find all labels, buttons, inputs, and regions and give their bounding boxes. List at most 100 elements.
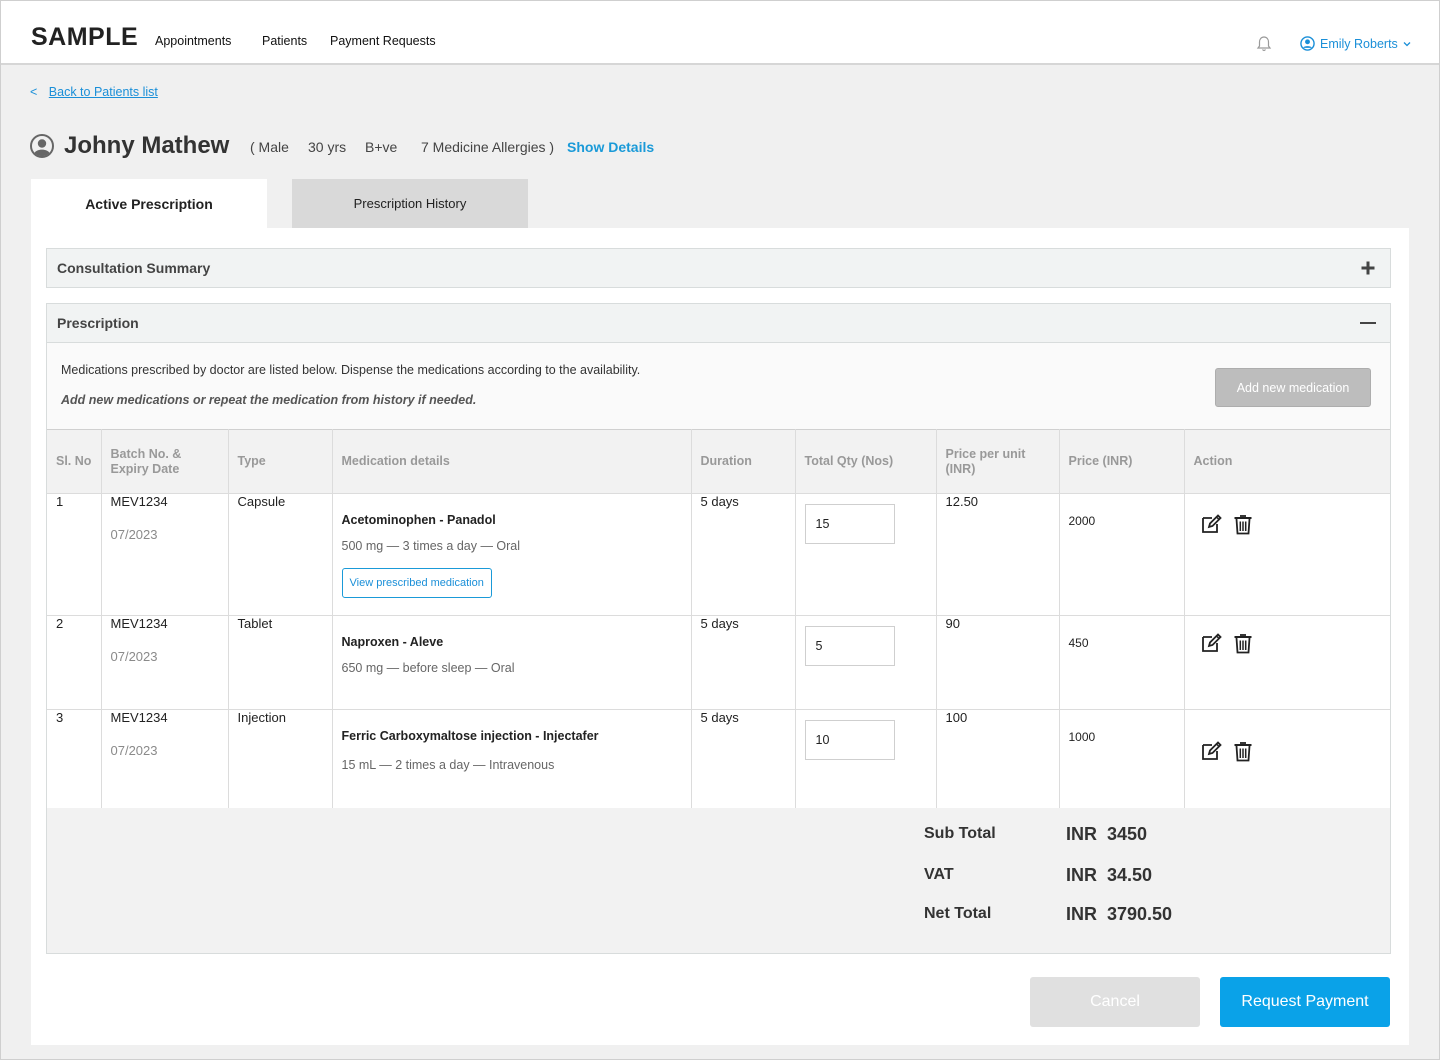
row-batch: MEV1234 07/2023 [100,615,229,710]
request-payment-button[interactable]: Request Payment [1220,977,1390,1027]
row-batch: MEV1234 07/2023 [100,709,229,809]
col-medication-details: Medication details [331,429,692,494]
table-row: 2 MEV1234 07/2023 Tablet Naproxen - Alev… [47,615,1390,710]
row-type: Capsule [227,493,333,616]
view-prescribed-medication-button[interactable]: View prescribed medication [341,568,492,598]
row-actions [1183,493,1390,616]
vat-value: 34.50 [1107,865,1153,885]
edit-icon[interactable] [1200,740,1222,762]
minus-icon[interactable] [1360,315,1376,331]
user-name: Emily Roberts [1320,36,1398,51]
medication-name: Ferric Carboxymaltose injection - Inject… [341,729,599,743]
medications-table: Sl. No Batch No. & Expiry Date Type Medi… [47,429,1390,809]
plus-icon[interactable] [1360,260,1376,276]
row-actions [1183,709,1390,809]
col-action: Action [1183,429,1390,494]
prescription-intro-text: Medications prescribed by doctor are lis… [61,363,641,377]
prescription-title: Prescription [57,315,139,331]
top-navbar: SAMPLE Appointments Patients Payment Req… [1,1,1439,65]
patient-gender: ( Male [250,139,289,155]
row-medication-details: Acetominophen - Panadol 500 mg — 3 times… [331,493,692,616]
totals-section: Sub Total INR 3450 VAT INR 34.50 Net Tot… [47,808,1390,953]
edit-icon[interactable] [1200,632,1222,654]
prescription-header[interactable]: Prescription [46,303,1391,343]
trash-icon[interactable] [1232,513,1254,535]
patient-allergies: 7 Medicine Allergies ) [421,139,555,155]
nav-payment-requests[interactable]: Payment Requests [330,34,436,48]
table-row: 1 MEV1234 07/2023 Capsule Acetominophen … [47,493,1390,616]
batch-number: MEV1234 [110,494,168,509]
patient-age: 30 yrs [308,139,347,155]
row-duration: 5 days [690,493,796,616]
row-sl-no: 1 [47,493,102,616]
consultation-summary-title: Consultation Summary [57,260,211,276]
net-total-label: Net Total [924,905,992,922]
tab-prescription-history[interactable]: Prescription History [292,179,528,228]
sub-total-value: 3450 [1107,824,1148,844]
prescription-body: Medications prescribed by doctor are lis… [46,343,1391,954]
app-logo[interactable]: SAMPLE [31,23,138,52]
consultation-summary-header[interactable]: Consultation Summary [46,248,1391,288]
row-batch: MEV1234 07/2023 [100,493,229,616]
back-to-patients-link[interactable]: Back to Patients list [49,85,158,99]
col-price: Price (INR) [1058,429,1185,494]
row-price-per-unit: 12.50 [935,493,1060,616]
row-medication-details: Ferric Carboxymaltose injection - Inject… [331,709,692,809]
patient-blood-group: B+ve [365,139,398,155]
row-duration: 5 days [690,709,796,809]
tab-active-prescription[interactable]: Active Prescription [31,179,267,229]
vat-currency: INR [1066,865,1097,885]
back-link-row: < Back to Patients list [30,85,158,99]
prescription-intro: Medications prescribed by doctor are lis… [47,343,1390,429]
trash-icon[interactable] [1232,740,1254,762]
col-total-qty: Total Qty (Nos) [794,429,937,494]
col-sl-no: Sl. No [47,429,102,494]
row-price-per-unit: 100 [935,709,1060,809]
expiry-date: 07/2023 [110,743,158,758]
row-actions [1183,615,1390,710]
user-menu[interactable]: Emily Roberts [1300,36,1411,51]
batch-number: MEV1234 [110,616,168,631]
price-value: 1000 [1068,730,1096,744]
patient-name: Johny Mathew [64,132,230,159]
price-value: 450 [1068,636,1089,650]
row-price: 2000 [1058,493,1185,616]
price-value: 2000 [1068,514,1096,528]
batch-number: MEV1234 [110,710,168,725]
add-new-medication-button[interactable]: Add new medication [1215,368,1371,407]
nav-patients[interactable]: Patients [262,34,307,48]
table-header-row: Sl. No Batch No. & Expiry Date Type Medi… [47,429,1390,494]
user-circle-icon [1300,36,1315,51]
medication-name: Naproxen - Aleve [341,635,444,649]
back-arrow-icon: < [30,85,38,99]
row-medication-details: Naproxen - Aleve 650 mg — before sleep —… [331,615,692,710]
col-price-per-unit: Price per unit (INR) [935,429,1060,494]
row-type: Injection [227,709,333,809]
cancel-button[interactable]: Cancel [1030,977,1200,1027]
medication-dosage: 500 mg — 3 times a day — Oral [341,539,521,553]
edit-icon[interactable] [1200,513,1222,535]
show-details-link[interactable]: Show Details [567,139,654,155]
expiry-date: 07/2023 [110,649,158,664]
trash-icon[interactable] [1232,632,1254,654]
row-price: 450 [1058,615,1185,710]
quantity-input[interactable] [804,720,895,760]
quantity-input[interactable] [804,626,895,666]
patient-avatar-icon [30,134,54,158]
vat-label: VAT [924,866,954,883]
col-type: Type [227,429,333,494]
net-total-value: 3790.50 [1107,904,1173,924]
expiry-date: 07/2023 [110,527,158,542]
row-qty [794,615,937,710]
chevron-down-icon [1403,41,1411,46]
col-duration: Duration [690,429,796,494]
bell-icon[interactable] [1256,35,1272,53]
sub-total-currency: INR [1066,824,1097,844]
quantity-input[interactable] [804,504,895,544]
sub-total-label: Sub Total [924,825,996,842]
row-price-per-unit: 90 [935,615,1060,710]
row-sl-no: 2 [47,615,102,710]
medication-name: Acetominophen - Panadol [341,513,496,527]
row-price: 1000 [1058,709,1185,809]
nav-appointments[interactable]: Appointments [155,34,231,48]
